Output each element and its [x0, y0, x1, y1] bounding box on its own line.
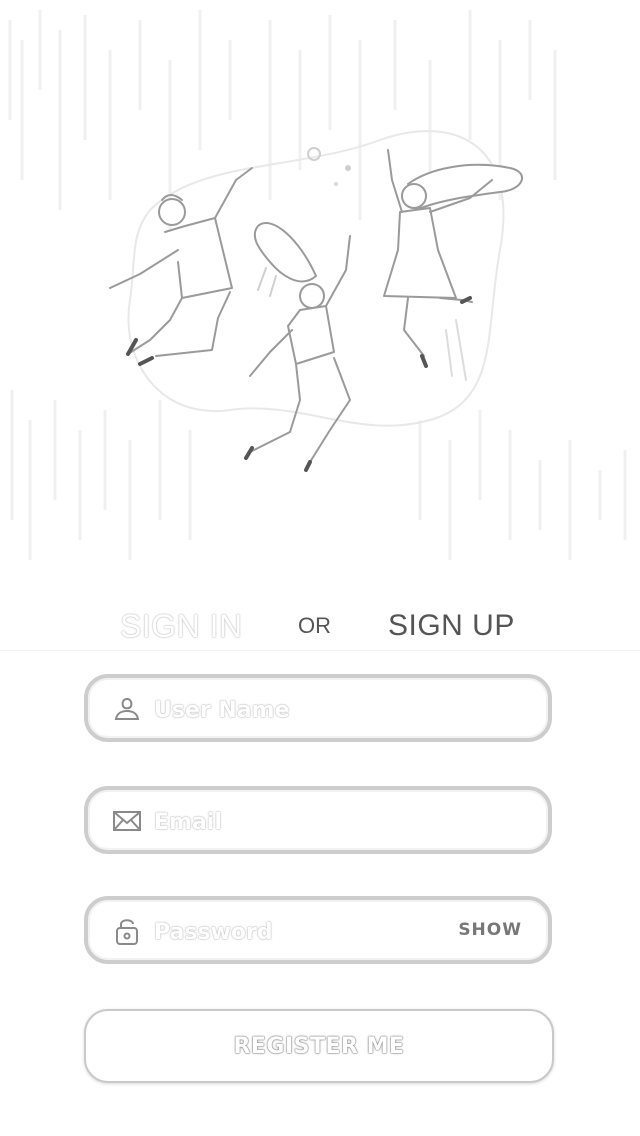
or-separator: OR	[298, 613, 331, 638]
divider	[0, 650, 640, 651]
mail-icon	[112, 807, 142, 835]
auth-tabs: SIGN IN OR SIGN UP	[0, 598, 640, 654]
register-button-label: REGISTER ME	[233, 1033, 405, 1059]
tab-sign-in[interactable]: SIGN IN	[120, 598, 243, 654]
user-icon	[112, 695, 142, 723]
password-input[interactable]	[152, 910, 456, 954]
bubble-shape	[307, 147, 321, 161]
username-field[interactable]	[84, 674, 552, 742]
username-input[interactable]	[152, 688, 456, 732]
password-field[interactable]: SHOW	[84, 896, 552, 964]
dot-shape	[345, 165, 351, 171]
tab-sign-up[interactable]: SIGN UP	[388, 598, 515, 654]
show-password-button[interactable]: SHOW	[458, 920, 522, 940]
hero-illustration	[0, 0, 640, 580]
padlock-icon	[112, 917, 142, 945]
email-input[interactable]	[152, 800, 456, 844]
people-jumping-illustration	[8, 10, 627, 560]
person-middle	[244, 222, 351, 472]
dot-shape	[334, 182, 338, 186]
register-button[interactable]: REGISTER ME	[84, 1009, 554, 1083]
email-field[interactable]	[84, 786, 552, 854]
person-left	[109, 167, 253, 366]
person-right	[383, 149, 523, 381]
